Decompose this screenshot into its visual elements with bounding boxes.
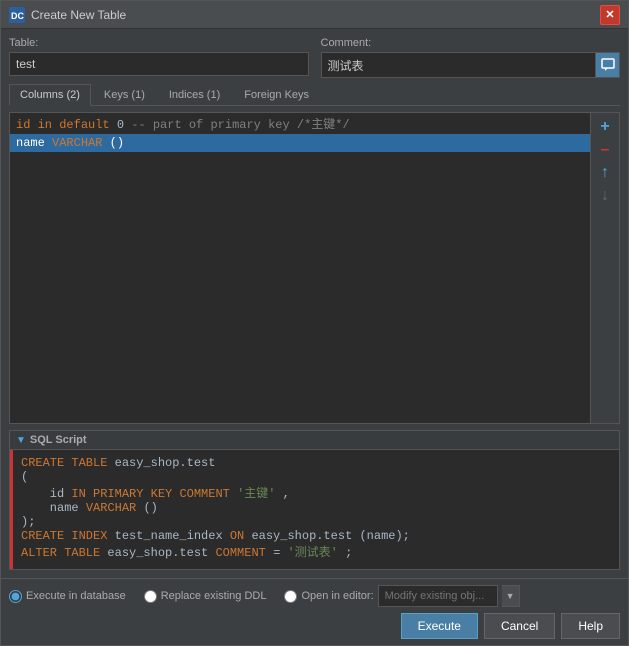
modify-dropdown-button[interactable]: ▼ <box>502 585 520 607</box>
sql-line: ALTER TABLE easy_shop.test COMMENT = '测试… <box>21 543 611 560</box>
sql-collapse-arrow: ▼ <box>16 435 26 446</box>
window-title: Create New Table <box>31 8 600 22</box>
remove-row-button[interactable]: – <box>595 140 615 160</box>
editor-row[interactable]: name VARCHAR () <box>10 134 590 152</box>
cancel-button[interactable]: Cancel <box>484 613 555 639</box>
editor-list[interactable]: id in default 0 -- part of primary key /… <box>10 113 590 423</box>
sql-section: ▼ SQL Script CREATE TABLE easy_shop.test… <box>9 430 620 570</box>
comment-input-wrap <box>321 52 621 78</box>
close-button[interactable]: ✕ <box>600 5 620 25</box>
tab-keys[interactable]: Keys (1) <box>93 84 156 105</box>
main-content: Table: Comment: Columns <box>1 29 628 578</box>
editor-row[interactable]: id in default 0 -- part of primary key /… <box>10 113 590 134</box>
action-row: Execute Cancel Help <box>9 613 620 639</box>
table-input[interactable] <box>9 52 309 76</box>
sql-line: ( <box>21 470 611 484</box>
sql-line: ); <box>21 515 611 529</box>
tab-columns[interactable]: Columns (2) <box>9 84 91 106</box>
bottom-bar: Execute in database Replace existing DDL… <box>1 578 628 645</box>
sql-header[interactable]: ▼ SQL Script <box>10 431 619 450</box>
main-window: DC Create New Table ✕ Table: Comment: <box>0 0 629 646</box>
sql-body: CREATE TABLE easy_shop.test ( id IN PRIM… <box>10 450 619 569</box>
tab-indices[interactable]: Indices (1) <box>158 84 231 105</box>
table-label: Table: <box>9 37 309 49</box>
editor-panel: id in default 0 -- part of primary key /… <box>9 112 620 424</box>
tab-foreign-keys[interactable]: Foreign Keys <box>233 84 320 105</box>
radio-replace-ddl-label: Replace existing DDL <box>161 590 267 602</box>
radio-replace-ddl[interactable]: Replace existing DDL <box>144 590 267 603</box>
table-field-group: Table: <box>9 37 309 76</box>
sql-line: CREATE INDEX test_name_index ON easy_sho… <box>21 529 611 543</box>
radio-row: Execute in database Replace existing DDL… <box>9 585 620 607</box>
move-up-button[interactable]: ↑ <box>595 163 615 183</box>
top-row: Table: Comment: <box>9 37 620 78</box>
open-in-editor-group: Open in editor: ▼ <box>284 585 519 607</box>
sql-header-label: SQL Script <box>30 434 87 446</box>
comment-input[interactable] <box>322 53 596 77</box>
radio-open-editor-label: Open in editor: <box>301 590 373 602</box>
add-row-button[interactable]: + <box>595 117 615 137</box>
comment-icon-button[interactable] <box>595 53 619 77</box>
svg-text:DC: DC <box>11 11 24 21</box>
radio-execute-db[interactable]: Execute in database <box>9 590 126 603</box>
execute-button[interactable]: Execute <box>401 613 478 639</box>
titlebar: DC Create New Table ✕ <box>1 1 628 29</box>
side-buttons: + – ↑ ↓ <box>590 113 619 423</box>
comment-field-group: Comment: <box>321 37 621 78</box>
app-icon: DC <box>9 7 25 23</box>
comment-label: Comment: <box>321 37 621 49</box>
radio-open-editor[interactable]: Open in editor: <box>284 590 373 603</box>
modify-object-input[interactable] <box>378 585 498 607</box>
sql-line: CREATE TABLE easy_shop.test <box>21 456 611 470</box>
sql-line: name VARCHAR () <box>21 501 611 515</box>
radio-execute-db-label: Execute in database <box>26 590 126 602</box>
tabs-row: Columns (2) Keys (1) Indices (1) Foreign… <box>9 84 620 106</box>
help-button[interactable]: Help <box>561 613 620 639</box>
move-down-button[interactable]: ↓ <box>595 186 615 206</box>
sql-line: id IN PRIMARY KEY COMMENT '主键' , <box>21 484 611 501</box>
